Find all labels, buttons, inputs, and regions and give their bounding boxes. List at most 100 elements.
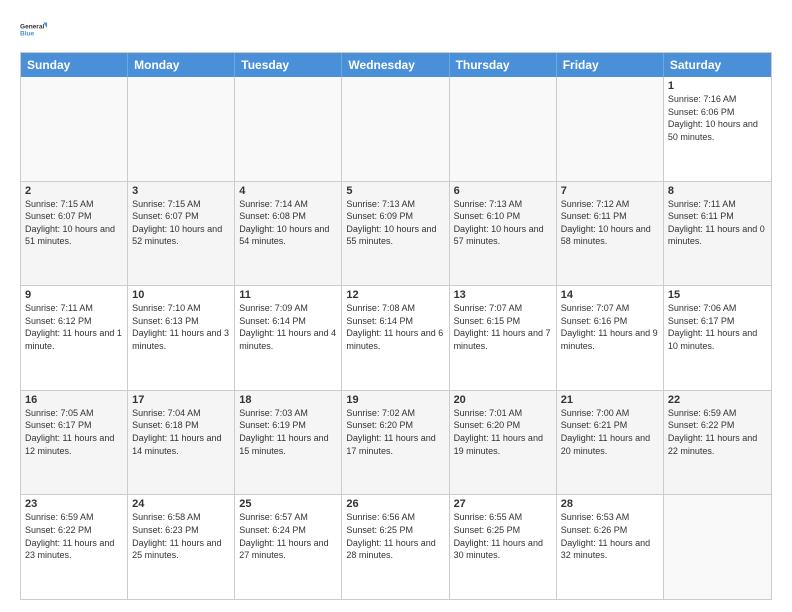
day-cell-26: 26Sunrise: 6:56 AM Sunset: 6:25 PM Dayli… [342, 495, 449, 599]
day-cell-2: 2Sunrise: 7:15 AM Sunset: 6:07 PM Daylig… [21, 182, 128, 286]
day-cell-10: 10Sunrise: 7:10 AM Sunset: 6:13 PM Dayli… [128, 286, 235, 390]
day-info: Sunrise: 6:59 AM Sunset: 6:22 PM Dayligh… [25, 511, 123, 561]
day-info: Sunrise: 6:55 AM Sunset: 6:25 PM Dayligh… [454, 511, 552, 561]
calendar-body: 1Sunrise: 7:16 AM Sunset: 6:06 PM Daylig… [21, 77, 771, 599]
day-info: Sunrise: 7:09 AM Sunset: 6:14 PM Dayligh… [239, 302, 337, 352]
day-number: 24 [132, 498, 230, 510]
empty-cell [450, 77, 557, 181]
calendar-header-row: SundayMondayTuesdayWednesdayThursdayFrid… [21, 53, 771, 77]
day-cell-6: 6Sunrise: 7:13 AM Sunset: 6:10 PM Daylig… [450, 182, 557, 286]
header-cell-saturday: Saturday [664, 53, 771, 77]
day-info: Sunrise: 7:01 AM Sunset: 6:20 PM Dayligh… [454, 407, 552, 457]
day-number: 10 [132, 289, 230, 301]
day-number: 9 [25, 289, 123, 301]
day-number: 14 [561, 289, 659, 301]
day-cell-3: 3Sunrise: 7:15 AM Sunset: 6:07 PM Daylig… [128, 182, 235, 286]
day-number: 1 [668, 80, 767, 92]
day-info: Sunrise: 7:15 AM Sunset: 6:07 PM Dayligh… [25, 198, 123, 248]
day-info: Sunrise: 7:15 AM Sunset: 6:07 PM Dayligh… [132, 198, 230, 248]
empty-cell [557, 77, 664, 181]
day-cell-1: 1Sunrise: 7:16 AM Sunset: 6:06 PM Daylig… [664, 77, 771, 181]
day-info: Sunrise: 7:07 AM Sunset: 6:15 PM Dayligh… [454, 302, 552, 352]
day-cell-11: 11Sunrise: 7:09 AM Sunset: 6:14 PM Dayli… [235, 286, 342, 390]
calendar-row-0: 1Sunrise: 7:16 AM Sunset: 6:06 PM Daylig… [21, 77, 771, 182]
day-cell-15: 15Sunrise: 7:06 AM Sunset: 6:17 PM Dayli… [664, 286, 771, 390]
day-cell-9: 9Sunrise: 7:11 AM Sunset: 6:12 PM Daylig… [21, 286, 128, 390]
header-cell-thursday: Thursday [450, 53, 557, 77]
logo-icon: GeneralBlue [20, 16, 48, 44]
day-info: Sunrise: 7:16 AM Sunset: 6:06 PM Dayligh… [668, 93, 767, 143]
day-cell-14: 14Sunrise: 7:07 AM Sunset: 6:16 PM Dayli… [557, 286, 664, 390]
header-cell-tuesday: Tuesday [235, 53, 342, 77]
day-info: Sunrise: 6:53 AM Sunset: 6:26 PM Dayligh… [561, 511, 659, 561]
day-number: 23 [25, 498, 123, 510]
day-cell-5: 5Sunrise: 7:13 AM Sunset: 6:09 PM Daylig… [342, 182, 449, 286]
day-number: 6 [454, 185, 552, 197]
day-info: Sunrise: 7:12 AM Sunset: 6:11 PM Dayligh… [561, 198, 659, 248]
day-info: Sunrise: 7:11 AM Sunset: 6:11 PM Dayligh… [668, 198, 767, 248]
day-cell-8: 8Sunrise: 7:11 AM Sunset: 6:11 PM Daylig… [664, 182, 771, 286]
day-number: 19 [346, 394, 444, 406]
day-info: Sunrise: 7:11 AM Sunset: 6:12 PM Dayligh… [25, 302, 123, 352]
day-number: 26 [346, 498, 444, 510]
day-info: Sunrise: 7:04 AM Sunset: 6:18 PM Dayligh… [132, 407, 230, 457]
day-number: 13 [454, 289, 552, 301]
day-cell-27: 27Sunrise: 6:55 AM Sunset: 6:25 PM Dayli… [450, 495, 557, 599]
svg-text:General: General [20, 24, 44, 31]
page: GeneralBlue SundayMondayTuesdayWednesday… [0, 0, 792, 612]
empty-cell [342, 77, 449, 181]
day-number: 2 [25, 185, 123, 197]
day-info: Sunrise: 7:13 AM Sunset: 6:09 PM Dayligh… [346, 198, 444, 248]
day-number: 12 [346, 289, 444, 301]
day-info: Sunrise: 7:10 AM Sunset: 6:13 PM Dayligh… [132, 302, 230, 352]
day-number: 22 [668, 394, 767, 406]
day-info: Sunrise: 7:08 AM Sunset: 6:14 PM Dayligh… [346, 302, 444, 352]
day-cell-4: 4Sunrise: 7:14 AM Sunset: 6:08 PM Daylig… [235, 182, 342, 286]
day-cell-21: 21Sunrise: 7:00 AM Sunset: 6:21 PM Dayli… [557, 391, 664, 495]
day-number: 21 [561, 394, 659, 406]
calendar: SundayMondayTuesdayWednesdayThursdayFrid… [20, 52, 772, 600]
day-info: Sunrise: 7:13 AM Sunset: 6:10 PM Dayligh… [454, 198, 552, 248]
day-cell-17: 17Sunrise: 7:04 AM Sunset: 6:18 PM Dayli… [128, 391, 235, 495]
day-cell-25: 25Sunrise: 6:57 AM Sunset: 6:24 PM Dayli… [235, 495, 342, 599]
day-cell-18: 18Sunrise: 7:03 AM Sunset: 6:19 PM Dayli… [235, 391, 342, 495]
day-number: 17 [132, 394, 230, 406]
header: GeneralBlue [20, 16, 772, 44]
header-cell-wednesday: Wednesday [342, 53, 449, 77]
day-cell-22: 22Sunrise: 6:59 AM Sunset: 6:22 PM Dayli… [664, 391, 771, 495]
day-cell-7: 7Sunrise: 7:12 AM Sunset: 6:11 PM Daylig… [557, 182, 664, 286]
empty-cell [128, 77, 235, 181]
day-cell-24: 24Sunrise: 6:58 AM Sunset: 6:23 PM Dayli… [128, 495, 235, 599]
calendar-row-1: 2Sunrise: 7:15 AM Sunset: 6:07 PM Daylig… [21, 182, 771, 287]
day-info: Sunrise: 7:02 AM Sunset: 6:20 PM Dayligh… [346, 407, 444, 457]
day-cell-19: 19Sunrise: 7:02 AM Sunset: 6:20 PM Dayli… [342, 391, 449, 495]
calendar-row-2: 9Sunrise: 7:11 AM Sunset: 6:12 PM Daylig… [21, 286, 771, 391]
day-number: 16 [25, 394, 123, 406]
day-cell-13: 13Sunrise: 7:07 AM Sunset: 6:15 PM Dayli… [450, 286, 557, 390]
day-info: Sunrise: 7:05 AM Sunset: 6:17 PM Dayligh… [25, 407, 123, 457]
header-cell-monday: Monday [128, 53, 235, 77]
day-info: Sunrise: 6:59 AM Sunset: 6:22 PM Dayligh… [668, 407, 767, 457]
day-cell-16: 16Sunrise: 7:05 AM Sunset: 6:17 PM Dayli… [21, 391, 128, 495]
day-number: 7 [561, 185, 659, 197]
day-info: Sunrise: 7:07 AM Sunset: 6:16 PM Dayligh… [561, 302, 659, 352]
day-info: Sunrise: 6:57 AM Sunset: 6:24 PM Dayligh… [239, 511, 337, 561]
empty-cell [664, 495, 771, 599]
header-cell-friday: Friday [557, 53, 664, 77]
empty-cell [235, 77, 342, 181]
day-number: 20 [454, 394, 552, 406]
day-number: 25 [239, 498, 337, 510]
day-number: 11 [239, 289, 337, 301]
day-info: Sunrise: 7:14 AM Sunset: 6:08 PM Dayligh… [239, 198, 337, 248]
day-info: Sunrise: 7:03 AM Sunset: 6:19 PM Dayligh… [239, 407, 337, 457]
day-number: 8 [668, 185, 767, 197]
logo: GeneralBlue [20, 16, 48, 44]
day-number: 4 [239, 185, 337, 197]
day-info: Sunrise: 6:56 AM Sunset: 6:25 PM Dayligh… [346, 511, 444, 561]
calendar-row-3: 16Sunrise: 7:05 AM Sunset: 6:17 PM Dayli… [21, 391, 771, 496]
header-cell-sunday: Sunday [21, 53, 128, 77]
empty-cell [21, 77, 128, 181]
day-number: 28 [561, 498, 659, 510]
day-cell-20: 20Sunrise: 7:01 AM Sunset: 6:20 PM Dayli… [450, 391, 557, 495]
day-number: 15 [668, 289, 767, 301]
